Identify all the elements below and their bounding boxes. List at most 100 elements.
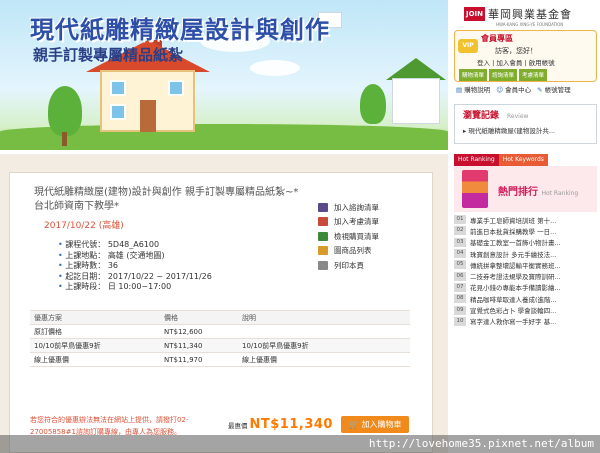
roof-illustration [386, 58, 446, 80]
list-item[interactable]: 07 花見小錢の專能本手備讀影繪... [454, 282, 597, 293]
heart-icon [318, 217, 328, 227]
add-inquiry-button[interactable]: 加入諮詢清單 [318, 200, 379, 215]
rank-title: 傳統拼拿整壞認輸平衡實務班... [470, 261, 561, 270]
view-cart-button[interactable]: 檢視購買清單 [318, 229, 379, 244]
tab-inquiry-list[interactable]: 諮詢清單 [489, 69, 518, 81]
user-icon [318, 202, 328, 212]
list-tabs: 購物清單 諮詢清單 考慮清單 [459, 69, 548, 81]
rank-number: 02 [454, 226, 466, 236]
list-item[interactable]: 02 前進日本批貨採購教學 一日... [454, 225, 597, 236]
rank-number: 05 [454, 260, 466, 270]
window-illustration [110, 80, 126, 96]
best-price: NT$11,340 [249, 417, 333, 432]
list-icon [318, 246, 328, 256]
info-label: 起訖日期： [65, 271, 106, 281]
tab-hot-keywords[interactable]: Hot Keywords [498, 154, 548, 166]
list-item[interactable]: 10 寫字達人救你寫一手好字 基... [454, 316, 597, 327]
desc-cell [238, 324, 410, 339]
foundation-logo[interactable]: JOIN 華岡興業基金會 [464, 6, 572, 22]
info-label: 上課時段： [65, 282, 106, 291]
hot-ranking-title: 熱門排行 Hot Ranking [498, 183, 578, 198]
window-illustration [110, 104, 126, 120]
list-item[interactable]: 09 宣覺式色彩占卜 學會談輪四... [454, 304, 597, 315]
member-panel: VIP 會員專區 訪客，您好！ 登入 | 加入會員 | 啟用帳號 購物清單 諮詢… [454, 30, 597, 82]
price-cell: NT$11,340 [160, 338, 238, 353]
info-row: • 起訖日期： 2017/10/22 ~ 2017/11/26 [58, 272, 212, 283]
product-actions: 加入諮詢清單 加入考慮清單 檢視購買清單 圖商品列表 列印本頁 [318, 200, 379, 273]
column-header: 價格 [160, 310, 238, 325]
doc-icon: ▤ [456, 86, 463, 94]
action-label: 加入考慮清單 [334, 217, 379, 227]
login-link[interactable]: 登入 [477, 59, 490, 67]
table-header: 優惠方案 價格 說明 [30, 310, 410, 325]
logo-english: HWA-KANG XING-YE FOUNDATION [496, 22, 564, 27]
list-item[interactable]: 03 基礎金工教室一首飾小物計畫... [454, 237, 597, 248]
rank-title: 基礎金工教室一首飾小物計畫... [470, 239, 561, 248]
tab-shopping-list[interactable]: 購物清單 [459, 69, 488, 81]
column-header: 優惠方案 [30, 310, 160, 325]
member-center-link[interactable]: ☺ 會員中心 [496, 84, 531, 94]
info-label: 課程代號： [65, 240, 106, 249]
browse-subtitle: Review [507, 113, 529, 120]
info-row: • 課程代號： 5D48_A6100 [58, 240, 212, 251]
register-link[interactable]: 加入會員 [496, 59, 522, 67]
hot-subtitle: Hot Ranking [541, 190, 579, 197]
watermark: http://lovehome35.pixnet.net/album [0, 435, 600, 453]
table-row: 原訂價格 NT$12,600 [30, 324, 410, 339]
rank-number: 08 [454, 294, 466, 304]
table-row: 10/10前早鳥優惠9折 NT$11,340 10/10前早鳥優惠9折 [30, 338, 410, 353]
gear-icon: ✎ [537, 86, 543, 94]
info-label: 上課時數： [65, 261, 106, 270]
list-item[interactable]: 05 傳統拼拿整壞認輸平衡實務班... [454, 259, 597, 270]
action-label: 檢視購買清單 [334, 231, 379, 241]
tree-illustration [360, 84, 386, 124]
rank-number: 06 [454, 271, 466, 281]
browse-history-title: 瀏覽記錄 Review [455, 105, 596, 121]
account-label: 帳號管理 [544, 86, 571, 94]
rank-title: 精品咖啡草取達人養成(進階... [470, 295, 557, 304]
tree-illustration [48, 86, 82, 136]
list-item[interactable]: 01 專業手工皂師資培訓班 第十... [454, 214, 597, 225]
browse-item[interactable]: ▸ 現代紙雕精緻屋(建物設計共... [455, 121, 596, 135]
print-button[interactable]: 列印本頁 [318, 258, 379, 273]
browse-title: 瀏覽記錄 [463, 111, 500, 121]
cart-icon [318, 231, 328, 241]
shopping-guide-link[interactable]: ▤ 購物說明 [456, 84, 490, 94]
tab-consider-list[interactable]: 考慮清單 [519, 69, 548, 81]
product-title: 現代紙雕精緻屋(建物)設計與創作 親手訂製專屬精品紙紮~*台北師資南下教學* [34, 187, 299, 212]
plan-cell: 原訂價格 [30, 324, 160, 339]
info-value[interactable]: 高雄 (交通地圖) [108, 251, 165, 260]
member-panel-title: 會員專區 [481, 34, 513, 43]
list-item[interactable]: 04 珠寶創意設計 多元手繪技法... [454, 248, 597, 259]
product-date: 2017/10/22 (高雄) [44, 221, 124, 231]
info-value: 日 10:00~17:00 [107, 282, 172, 291]
info-row: • 上課時數： 36 [58, 261, 212, 272]
ranking-list: 01 專業手工皂師資培訓班 第十... 02 前進日本批貨採購教學 一日... 03… [454, 214, 597, 327]
desc-cell: 10/10前早鳥優惠9折 [238, 338, 410, 353]
window-illustration [168, 80, 184, 96]
product-list-button[interactable]: 圖商品列表 [318, 244, 379, 259]
rank-title: 前進日本批貨採購教學 一日... [470, 227, 557, 236]
ranking-blocks-icon [462, 170, 488, 208]
info-label: 上課地點： [65, 250, 106, 260]
list-item[interactable]: 08 精品咖啡草取達人養成(進階... [454, 293, 597, 304]
activate-link[interactable]: 啟用帳號 [529, 59, 555, 67]
action-label: 加入諮詢清單 [334, 202, 379, 212]
banner-title: 現代紙雕精緻屋設計與創作 [30, 16, 330, 44]
browse-item-label: 現代紙雕精緻屋(建物設計共... [468, 127, 556, 135]
column-header: 說明 [238, 310, 410, 325]
shopping-guide-label: 購物說明 [464, 86, 491, 94]
house-illustration [392, 78, 440, 124]
user-icon: ☺ [496, 86, 504, 94]
account-link[interactable]: ✎ 帳號管理 [537, 84, 571, 94]
list-item[interactable]: 06 二技券考證法規學及寶際訓研... [454, 270, 597, 281]
info-value: 2017/10/22 ~ 2017/11/26 [107, 271, 212, 281]
course-info: • 課程代號： 5D48_A6100 • 上課地點： 高雄 (交通地圖) • 上… [58, 240, 212, 293]
add-consider-button[interactable]: 加入考慮清單 [318, 215, 379, 230]
info-row: • 上課地點： 高雄 (交通地圖) [58, 251, 212, 262]
tab-hot-ranking[interactable]: Hot Ranking [454, 154, 499, 166]
info-row: • 上課時段： 日 10:00~17:00 [58, 282, 212, 293]
add-to-cart-button[interactable]: 🛒 加入購物車 [340, 416, 410, 433]
banner: 現代紙雕精緻屋設計與創作 親手訂製專屬精品紙紮 [0, 0, 448, 150]
logo-text: 華岡興業基金會 [488, 8, 573, 21]
